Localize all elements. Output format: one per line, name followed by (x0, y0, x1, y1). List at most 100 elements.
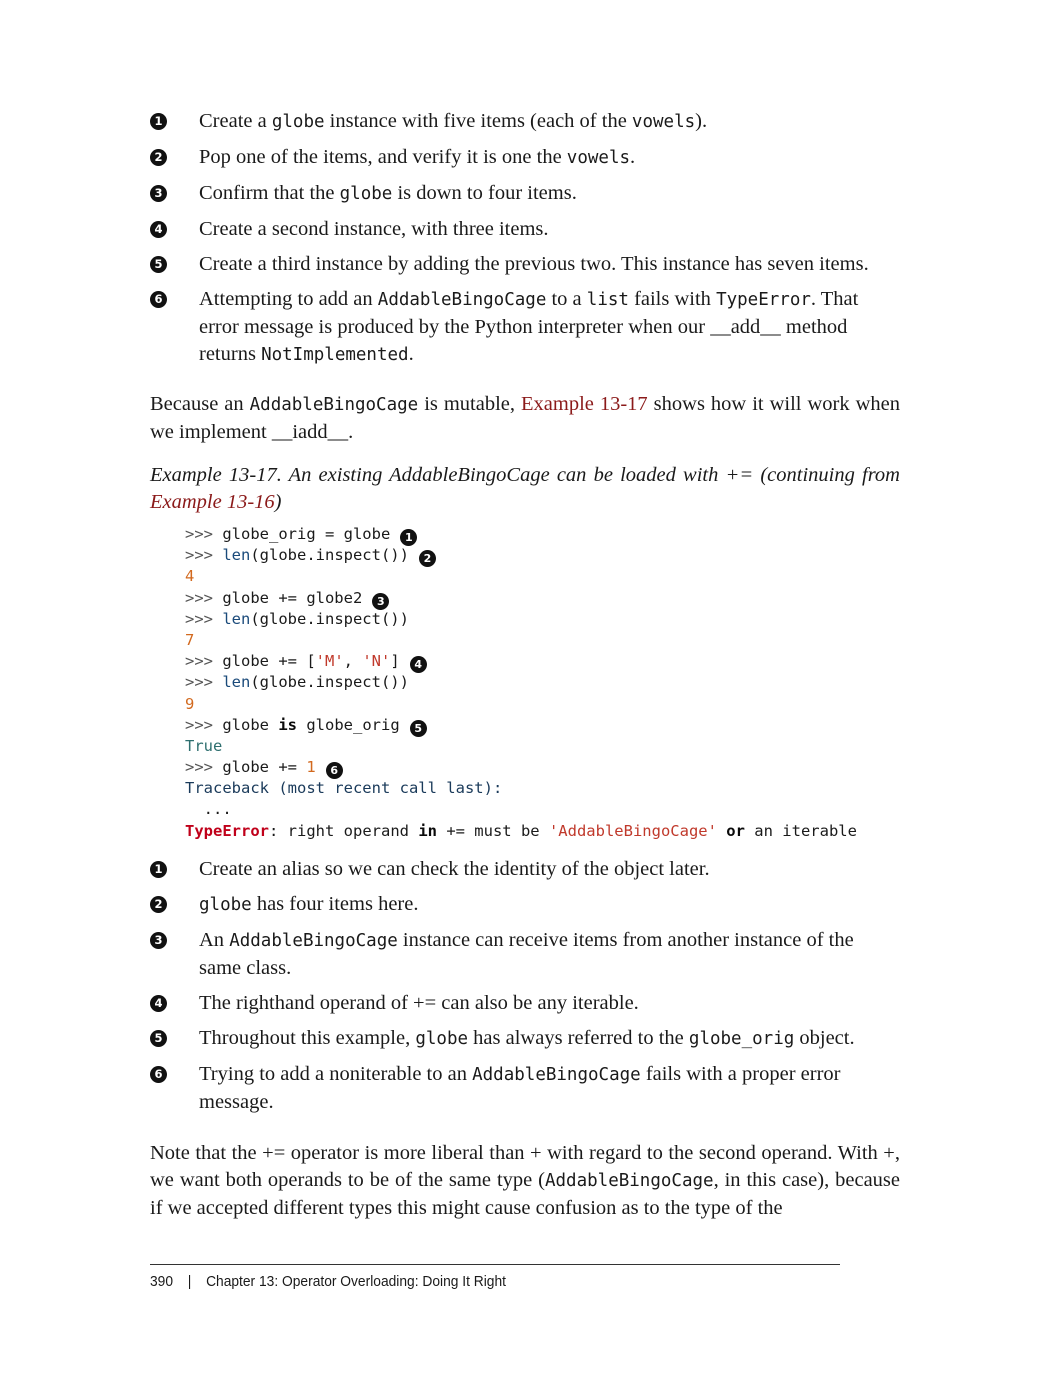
callout-item: 1 Create an alias so we can check the ide… (150, 856, 900, 883)
code-token: in (418, 821, 437, 840)
code-line: >>> globe += ['M', 'N'] 4 (185, 651, 900, 674)
callout-text: Create a globe instance with five items … (199, 110, 707, 132)
code-token: : right operand (269, 821, 419, 840)
text-run: instance with five items (each of the (324, 110, 632, 132)
callout-text: Create a second instance, with three ite… (199, 218, 549, 240)
code-line: 9 (185, 694, 900, 715)
caption-link[interactable]: Example 13-16 (150, 491, 275, 513)
footer-separator: | (187, 1273, 192, 1290)
inline-code: list (586, 290, 629, 310)
callout-item: 4 Create a second instance, with three it… (150, 216, 900, 243)
callout-item: 2 Pop one of the items, and verify it is … (150, 144, 900, 172)
text-run: Attempting to add an (199, 288, 378, 310)
code-token: >>> (185, 525, 223, 543)
code-line: >>> len(globe.inspect()) (185, 609, 900, 630)
callout-text: Create an alias so we can check the iden… (199, 858, 710, 880)
callout-item: 5 Create a third instance by adding the p… (150, 251, 900, 278)
callout-marker-icon: 1 (400, 529, 418, 546)
code-token: globe_orig (297, 715, 400, 734)
callout-list-top: 1 Create a globe instance with five items… (150, 108, 900, 369)
body-paragraph-2: Note that the += operator is more libera… (150, 1140, 900, 1222)
code-token: >>> (185, 588, 223, 607)
callout-text: Pop one of the items, and verify it is o… (199, 146, 635, 168)
code-token: 'M' (315, 652, 344, 671)
text-run: is down to four items. (392, 182, 577, 204)
code-token: >>> (185, 609, 223, 628)
callout-number-icon: 5 (150, 1029, 167, 1047)
code-line: >>> globe_orig = globe 1 (185, 524, 900, 546)
inline-code: vowels (631, 112, 696, 132)
code-line: >>> globe is globe_orig 5 (185, 715, 900, 737)
callout-item: 2 globe has four items here. (150, 891, 900, 919)
inline-code: AddableBingoCage (544, 1170, 714, 1191)
callout-number-icon: 3 (150, 931, 167, 949)
cross-reference-link[interactable]: Example 13-17 (521, 393, 648, 415)
code-token: an iterable (744, 821, 857, 840)
callout-number-icon: 1 (150, 113, 167, 130)
callout-marker-icon: 3 (372, 592, 390, 610)
callout-number-icon: 6 (150, 291, 167, 308)
callout-number-icon: 5 (150, 256, 167, 273)
callout-number-icon: 1 (150, 860, 167, 878)
callout-number-icon: 4 (150, 994, 167, 1012)
inline-code: NotImplemented (261, 345, 409, 365)
code-token: True (185, 736, 223, 755)
callout-number-icon: 6 (150, 1065, 167, 1083)
callout-number-icon: 4 (150, 221, 167, 238)
code-token: globe += globe2 (222, 588, 363, 607)
code-token: 4 (185, 567, 195, 586)
callout-item: 3 Confirm that the globe is down to four … (150, 180, 900, 208)
text-run: fails with (628, 288, 717, 310)
caption-text: Example 13-17. An existing AddableBingoC… (150, 464, 900, 486)
inline-code: globe (271, 112, 325, 132)
text-run: Create a second instance, with three ite… (199, 218, 549, 240)
code-token: += must be (436, 821, 549, 840)
code-token: TypeError (185, 821, 269, 840)
callout-marker-icon: 5 (409, 719, 427, 737)
text-run: Because an (150, 393, 250, 415)
code-line: TypeError: right operand in += must be '… (185, 821, 900, 842)
callout-text: Confirm that the globe is down to four i… (199, 182, 577, 204)
inline-code: AddableBingoCage (377, 290, 547, 310)
callout-text: An AddableBingoCage instance can receive… (199, 929, 854, 979)
code-token: 'N' (362, 652, 391, 671)
code-token: , (343, 652, 363, 671)
inline-code: globe_orig (688, 1028, 795, 1049)
code-token: globe += [ (222, 652, 316, 671)
code-line: >>> globe += 16 (185, 757, 900, 780)
text-run: An (199, 928, 230, 951)
chapter-title: Chapter 13: Operator Overloading: Doing … (206, 1273, 506, 1290)
callout-text: Throughout this example, globe has alway… (199, 1027, 855, 1049)
code-token: (globe.inspect()) (250, 609, 409, 628)
code-line: True (185, 736, 900, 757)
code-token: globe += (222, 758, 307, 777)
code-line: ... (185, 799, 900, 820)
text-run: object. (794, 1026, 855, 1049)
code-token: is (278, 715, 297, 734)
code-token: >>> (185, 673, 223, 692)
code-token: (globe.inspect()) (250, 546, 409, 565)
text-run: to a (546, 288, 587, 310)
text-run: is mutable, (418, 393, 521, 415)
text-run: has four items here. (251, 892, 419, 915)
inline-code: globe (199, 894, 252, 915)
callout-number-icon: 2 (150, 895, 167, 913)
text-run: Create an alias so we can check the iden… (199, 857, 710, 880)
inline-code: vowels (566, 148, 631, 168)
callout-item: 5 Throughout this example, globe has alwa… (150, 1025, 900, 1053)
code-token: len (222, 546, 251, 565)
callout-number-icon: 2 (150, 149, 167, 166)
text-run: Pop one of the items, and verify it is o… (199, 146, 567, 168)
text-run: The righthand operand of += can also be … (199, 991, 639, 1014)
code-token: globe (222, 715, 279, 734)
code-token: 7 (185, 630, 195, 649)
code-token: Traceback (most recent call last): (185, 779, 503, 798)
callout-text: The righthand operand of += can also be … (199, 992, 639, 1014)
code-token: (globe.inspect()) (250, 673, 409, 692)
callout-marker-icon: 2 (418, 550, 436, 568)
callout-marker-icon: 6 (325, 762, 343, 780)
text-run: Trying to add a noniterable to an (199, 1062, 473, 1085)
example-caption: Example 13-17. An existing AddableBingoC… (150, 462, 900, 516)
callout-item: 3 An AddableBingoCage instance can receiv… (150, 927, 900, 982)
code-token: >>> (185, 546, 223, 565)
